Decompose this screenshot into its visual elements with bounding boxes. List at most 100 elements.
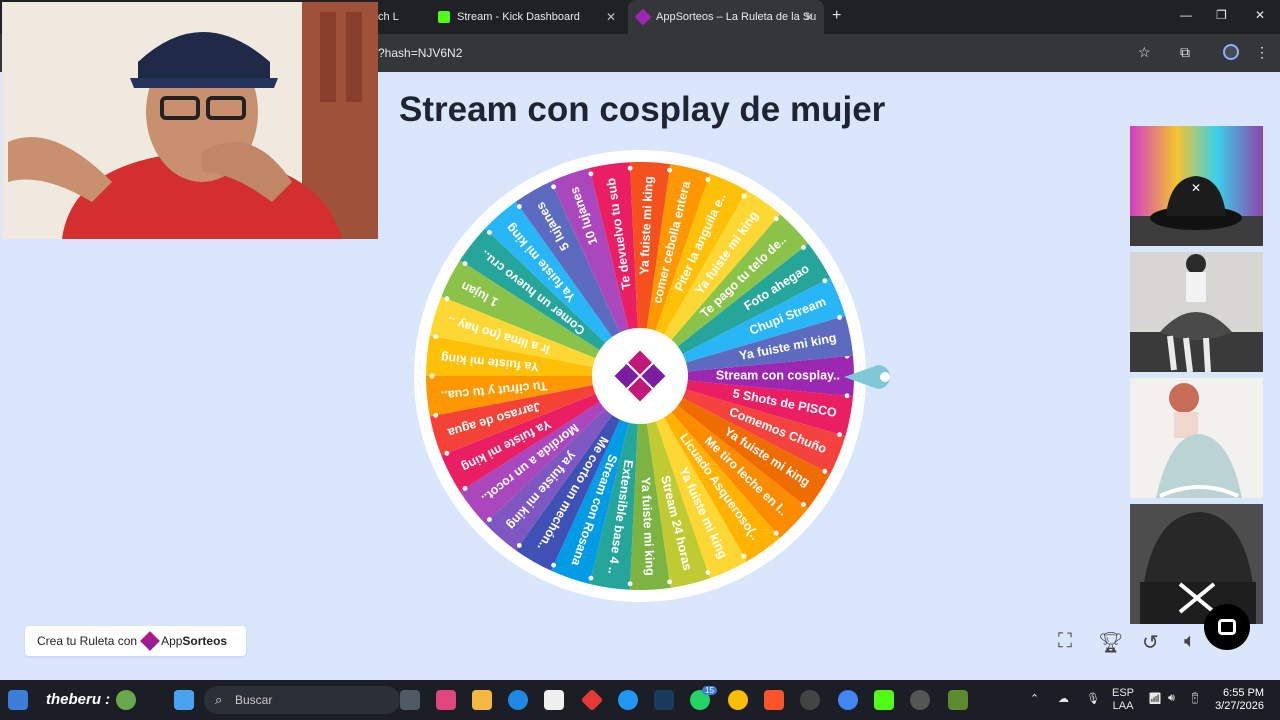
wheel-peg — [741, 193, 747, 199]
wheel-peg — [773, 216, 779, 222]
language-indicator[interactable]: ESP LAA — [1112, 687, 1134, 713]
url-field[interactable]: ?hash=NJV6N2 — [378, 46, 462, 60]
chat-button[interactable] — [1204, 604, 1250, 650]
wheel-peg — [627, 165, 633, 171]
tab-appsorteos[interactable]: AppSorteos – La Ruleta de la Su ✕ — [628, 0, 824, 34]
chrome-active-icon[interactable] — [838, 690, 858, 710]
wheel-peg — [588, 575, 594, 581]
wheel-peg — [773, 530, 779, 536]
prize-thumbnails: ✕ — [1130, 126, 1263, 630]
minecraft-icon[interactable] — [948, 690, 968, 710]
steam-icon[interactable] — [654, 690, 674, 710]
pepe-emote-icon — [116, 690, 136, 710]
wheel-peg — [551, 184, 556, 190]
wheel-peg — [487, 230, 492, 235]
wheel-peg — [551, 562, 556, 568]
close-tab-icon[interactable]: ✕ — [804, 10, 814, 24]
chrome-icon[interactable] — [728, 690, 748, 710]
wheel-peg — [588, 171, 594, 177]
battery-icon[interactable]: 🔋︎ — [1188, 692, 1202, 705]
app-gear-icon[interactable] — [910, 690, 930, 710]
extensions-icon[interactable]: ⧉ — [1180, 44, 1190, 61]
windows-start-icon[interactable] — [174, 690, 194, 710]
kick-app-icon[interactable] — [874, 690, 894, 710]
app-blue-icon[interactable] — [618, 690, 638, 710]
onedrive-icon[interactable]: ☁ — [1058, 692, 1069, 705]
wheel-peg — [801, 502, 806, 507]
spin-wheel[interactable]: Stream con cosplay.. 5 Shots de PISCO Come… — [410, 146, 870, 606]
wheel-peg — [444, 450, 450, 456]
bookmark-star-icon[interactable]: ☆ — [1138, 44, 1151, 61]
clock-time: 6:55 PM — [1223, 687, 1264, 699]
fullscreen-icon[interactable]: ⛶ — [1058, 630, 1072, 653]
svg-text:✕: ✕ — [1191, 181, 1201, 195]
thumbnail-lolita-dress[interactable] — [1130, 378, 1263, 498]
wifi-icon[interactable]: 📶︎ — [1148, 692, 1162, 705]
tab-kick-dashboard[interactable]: Stream - Kick Dashboard ✕ — [430, 0, 626, 34]
windows-taskbar: theberu : ⌕ Buscar 15 ⌃ ☁ 🎙︎ ESP LAA 📶︎ … — [0, 680, 1280, 720]
wheel-peg — [705, 570, 711, 575]
wheel-peg — [801, 245, 806, 250]
wheel-segment-label: Stream con cosplay.. — [716, 368, 840, 382]
search-icon: ⌕ — [215, 692, 223, 707]
thumbnail-bucket-hat[interactable]: ✕ — [1130, 126, 1263, 246]
credit-brand-app: App — [161, 634, 183, 648]
thumbnail-maid-cosplay[interactable] — [1130, 252, 1263, 372]
brave-icon[interactable] — [764, 690, 784, 710]
obs-icon[interactable] — [800, 690, 820, 710]
credit-brand-sorteos: Sorteos — [182, 634, 228, 648]
speaker-icon[interactable]: 🔊︎ — [1168, 692, 1175, 705]
edge-icon[interactable] — [508, 690, 528, 710]
wheel-peg — [433, 412, 439, 418]
clock-date: 3/27/2026 — [1215, 700, 1264, 712]
wheel-peg — [822, 468, 828, 474]
volume-muted-icon[interactable]: 🔈︎ — [1184, 630, 1196, 653]
wheel-peg — [705, 177, 711, 182]
lang-bottom: LAA — [1112, 700, 1134, 712]
reset-icon[interactable]: ↺ — [1142, 630, 1159, 655]
new-tab-icon[interactable]: + — [832, 7, 841, 25]
taskbar-search-placeholder: Buscar — [235, 693, 273, 707]
tray-chevron-icon[interactable]: ⌃ — [1030, 692, 1039, 705]
minimize-icon[interactable]: — — [1180, 8, 1192, 22]
wheel-hub[interactable] — [592, 328, 688, 424]
store-icon[interactable] — [544, 690, 564, 710]
webcam-overlay — [2, 2, 378, 239]
wheel-peg — [433, 334, 439, 340]
taskbar-search[interactable]: ⌕ Buscar — [204, 686, 400, 714]
taskbar-clock[interactable]: 6:55 PM 3/27/2026 — [1215, 687, 1264, 713]
wheel-graphic[interactable]: Stream con cosplay..5 Shots de PISCOCome… — [410, 146, 870, 606]
menu-kebab-icon[interactable]: ⋮ — [1255, 44, 1269, 61]
copilot-icon[interactable] — [436, 690, 456, 710]
tab-2-label: AppSorteos – La Ruleta de la Su — [656, 11, 817, 23]
lang-top: ESP — [1112, 687, 1135, 699]
profile-avatar[interactable] — [1223, 44, 1239, 60]
page-title: Stream con cosplay de mujer — [399, 90, 886, 129]
wheel-peg — [462, 261, 468, 266]
wheel-peg — [444, 296, 450, 302]
appsorteos-credit[interactable]: Crea tu Ruleta con App Sorteos — [25, 626, 246, 656]
close-tab-icon[interactable]: ✕ — [606, 10, 616, 24]
app-red-icon[interactable] — [580, 688, 604, 712]
task-view-icon[interactable] — [400, 690, 420, 710]
microphone-icon[interactable]: 🎙︎ — [1086, 692, 1100, 705]
wheel-peg — [837, 314, 842, 320]
wheel-peg — [462, 486, 468, 491]
wheel-peg — [487, 517, 492, 522]
weather-widget-icon[interactable] — [8, 690, 28, 710]
thumbnail-beanie[interactable] — [1130, 504, 1263, 624]
tab-0-label: ch L — [378, 11, 399, 23]
wheel-peg — [741, 553, 747, 559]
close-window-icon[interactable]: ✕ — [1255, 8, 1265, 22]
credit-text: Crea tu Ruleta con — [37, 634, 138, 648]
trophy-icon[interactable]: 🏆︎ — [1098, 630, 1123, 655]
tab-0[interactable]: ch L — [378, 0, 428, 34]
wheel-peg — [516, 204, 522, 209]
appsorteos-favicon-icon — [634, 8, 652, 26]
wheel-peg — [837, 432, 842, 438]
file-explorer-icon[interactable] — [472, 690, 492, 710]
kick-favicon-icon — [438, 11, 450, 23]
wheel-peg — [844, 393, 850, 399]
wheel-peg — [667, 579, 673, 585]
maximize-icon[interactable]: ❐ — [1216, 8, 1227, 22]
